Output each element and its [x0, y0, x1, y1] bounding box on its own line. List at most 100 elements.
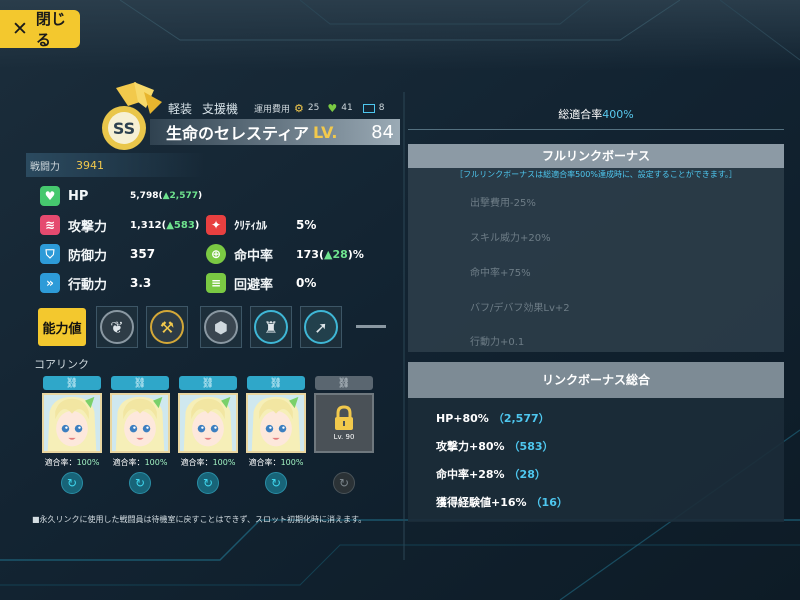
shield-icon: ⛉ — [40, 244, 60, 264]
chain-link-icon: ⛓ — [337, 377, 351, 389]
full-link-note: ［フルリンクボーナスは総適合率500%達成時に、設定することができます。］ — [455, 170, 737, 179]
stat-acc-value: 173(▲28)% — [296, 247, 364, 261]
total-compat-label: 総適合率 — [558, 108, 603, 121]
stat-def-value: 357 — [130, 247, 156, 261]
lock-level: Lv. 90 — [333, 433, 355, 441]
parts-cost-icon: ⚙ — [294, 101, 304, 115]
close-icon: ✕ — [12, 17, 28, 40]
swap-button-5[interactable]: ↻ — [333, 472, 355, 494]
link-tab-4[interactable]: ⛓ — [247, 376, 305, 390]
combat-power-bar: 戦闘力 3941 — [26, 153, 206, 177]
full-link-option: バフ/デバフ効果Lv+2 — [470, 303, 570, 314]
skill-empty-slot — [356, 325, 386, 328]
link-total-item: HP+80% （2,577） — [436, 412, 550, 425]
cost-label: 運用費用 — [254, 104, 291, 115]
unit-class-line: 軽装 支援機 運用費用 ⚙ 25 ♥ 41 8 — [168, 100, 400, 116]
crosshair-icon: ⊕ — [206, 244, 226, 264]
stat-def-label: 防御力 — [68, 248, 108, 264]
link-total-item: 獲得経験値+16% （16） — [436, 496, 568, 509]
swap-button-4[interactable]: ↻ — [265, 472, 287, 494]
ability-button[interactable]: 能力値 — [38, 308, 86, 346]
swap-button-2[interactable]: ↻ — [129, 472, 151, 494]
link-portrait-3[interactable] — [178, 393, 238, 453]
total-compat-rate: 総適合率400% — [408, 106, 784, 126]
swap-icon: ↻ — [134, 476, 146, 490]
stat-eva-value: 0% — [296, 276, 317, 290]
stat-hp: ♥ HP 5,798(▲2,577) — [40, 186, 202, 206]
chain-link-icon: ⛓ — [65, 377, 79, 389]
combat-power-label: 戦闘力 — [30, 161, 60, 173]
stat-crit-label: ｸﾘﾃｨｶﾙ — [234, 219, 267, 232]
divider — [408, 129, 784, 130]
chain-link-icon: ⛓ — [269, 377, 283, 389]
link-portrait-2[interactable] — [110, 393, 170, 453]
crit-star-icon: ✦ — [206, 215, 226, 235]
link-portrait-4[interactable] — [246, 393, 306, 453]
link-total-title: リンクボーナス総合 — [408, 362, 784, 398]
link-tab-3[interactable]: ⛓ — [179, 376, 237, 390]
swap-icon: ↻ — [338, 476, 350, 490]
swap-icon: ↻ — [66, 476, 78, 490]
unit-role: 支援機 — [202, 101, 239, 116]
link-rate-1: 適合率：100% — [44, 458, 100, 467]
link-tab-1[interactable]: ⛓ — [43, 376, 101, 390]
combat-power-value: 3941 — [76, 158, 104, 172]
arrow-skill-icon: ➚ — [304, 310, 338, 344]
core-link-title: コアリンク — [34, 358, 89, 371]
swap-icon: ↻ — [270, 476, 282, 490]
link-total-item: 攻撃力+80% （583） — [436, 440, 554, 453]
stat-atk: ≋ 攻撃力 1,312(▲583) — [40, 215, 199, 235]
claw-icon: ≋ — [40, 215, 60, 235]
full-link-option: 出撃費用-25% — [470, 198, 536, 209]
link-portrait-1[interactable] — [42, 393, 102, 453]
cost-other: 8 — [378, 103, 385, 113]
unit-name-bar: 生命のセレスティア LV. 84 — [150, 119, 400, 145]
stat-crit-value: 5% — [296, 218, 317, 232]
unit-category: 軽装 — [168, 101, 193, 116]
stat-spd-label: 行動力 — [68, 277, 108, 293]
stat-eva-label: 回避率 — [234, 277, 274, 293]
chain-link-icon: ⛓ — [201, 377, 215, 389]
evade-icon: ≡ — [206, 273, 226, 293]
link-slot-locked[interactable]: Lv. 90 — [314, 393, 374, 453]
double-arrow-icon: » — [40, 273, 60, 293]
link-tab-2[interactable]: ⛓ — [111, 376, 169, 390]
link-rate-3: 適合率：100% — [180, 458, 236, 467]
skill-slot-2[interactable]: ⚒ — [146, 306, 188, 348]
stat-hp-label: HP — [68, 188, 89, 204]
level-value: 84 — [371, 121, 394, 143]
padlock-icon — [335, 405, 353, 430]
close-button[interactable]: ✕ 閉じる — [0, 10, 80, 49]
link-rate-2: 適合率：100% — [112, 458, 168, 467]
link-rate-4: 適合率：100% — [248, 458, 304, 467]
trophy-skill-icon: ♜ — [254, 310, 288, 344]
heart-icon: ♥ — [40, 186, 60, 206]
link-tab-5[interactable]: ⛓ — [315, 376, 373, 390]
skill-slot-5[interactable]: ➚ — [300, 306, 342, 348]
stat-acc: ⊕ 命中率 173(▲28)% — [206, 244, 364, 264]
swap-icon: ↻ — [202, 476, 214, 490]
stat-def: ⛉ 防御力 357 — [40, 244, 155, 264]
close-button-label: 閉じる — [35, 10, 66, 49]
stat-atk-value: 1,312(▲583) — [130, 219, 200, 231]
full-link-option: 行動力+0.1 — [470, 337, 525, 348]
level-label: LV. — [313, 122, 338, 142]
unit-name: 生命のセレスティア — [166, 124, 310, 143]
energy-cost-icon: ♥ — [327, 101, 338, 115]
svg-text:SS: SS — [113, 119, 135, 138]
stat-crit: ✦ ｸﾘﾃｨｶﾙ 5% — [206, 215, 316, 235]
cost-parts: 25 — [307, 103, 320, 113]
full-link-option: スキル威力+20% — [470, 233, 551, 244]
swap-button-3[interactable]: ↻ — [197, 472, 219, 494]
other-cost-icon — [362, 103, 375, 113]
link-total-item: 命中率+28% （28） — [436, 468, 546, 481]
cost-energy: 41 — [341, 103, 353, 113]
skill-slot-4[interactable]: ♜ — [250, 306, 292, 348]
skill-slot-1[interactable]: ❦ — [96, 306, 138, 348]
mech-skill-icon: ⚒ — [150, 310, 184, 344]
skill-slot-3[interactable]: ⬢ — [200, 306, 242, 348]
stat-acc-label: 命中率 — [234, 248, 274, 264]
core-link-footnote: ■永久リンクに使用した戦闘員は待機室に戻すことはできず、スロット初期化時に消えま… — [32, 515, 367, 524]
swap-button-1[interactable]: ↻ — [61, 472, 83, 494]
stat-spd-value: 3.3 — [130, 276, 152, 290]
